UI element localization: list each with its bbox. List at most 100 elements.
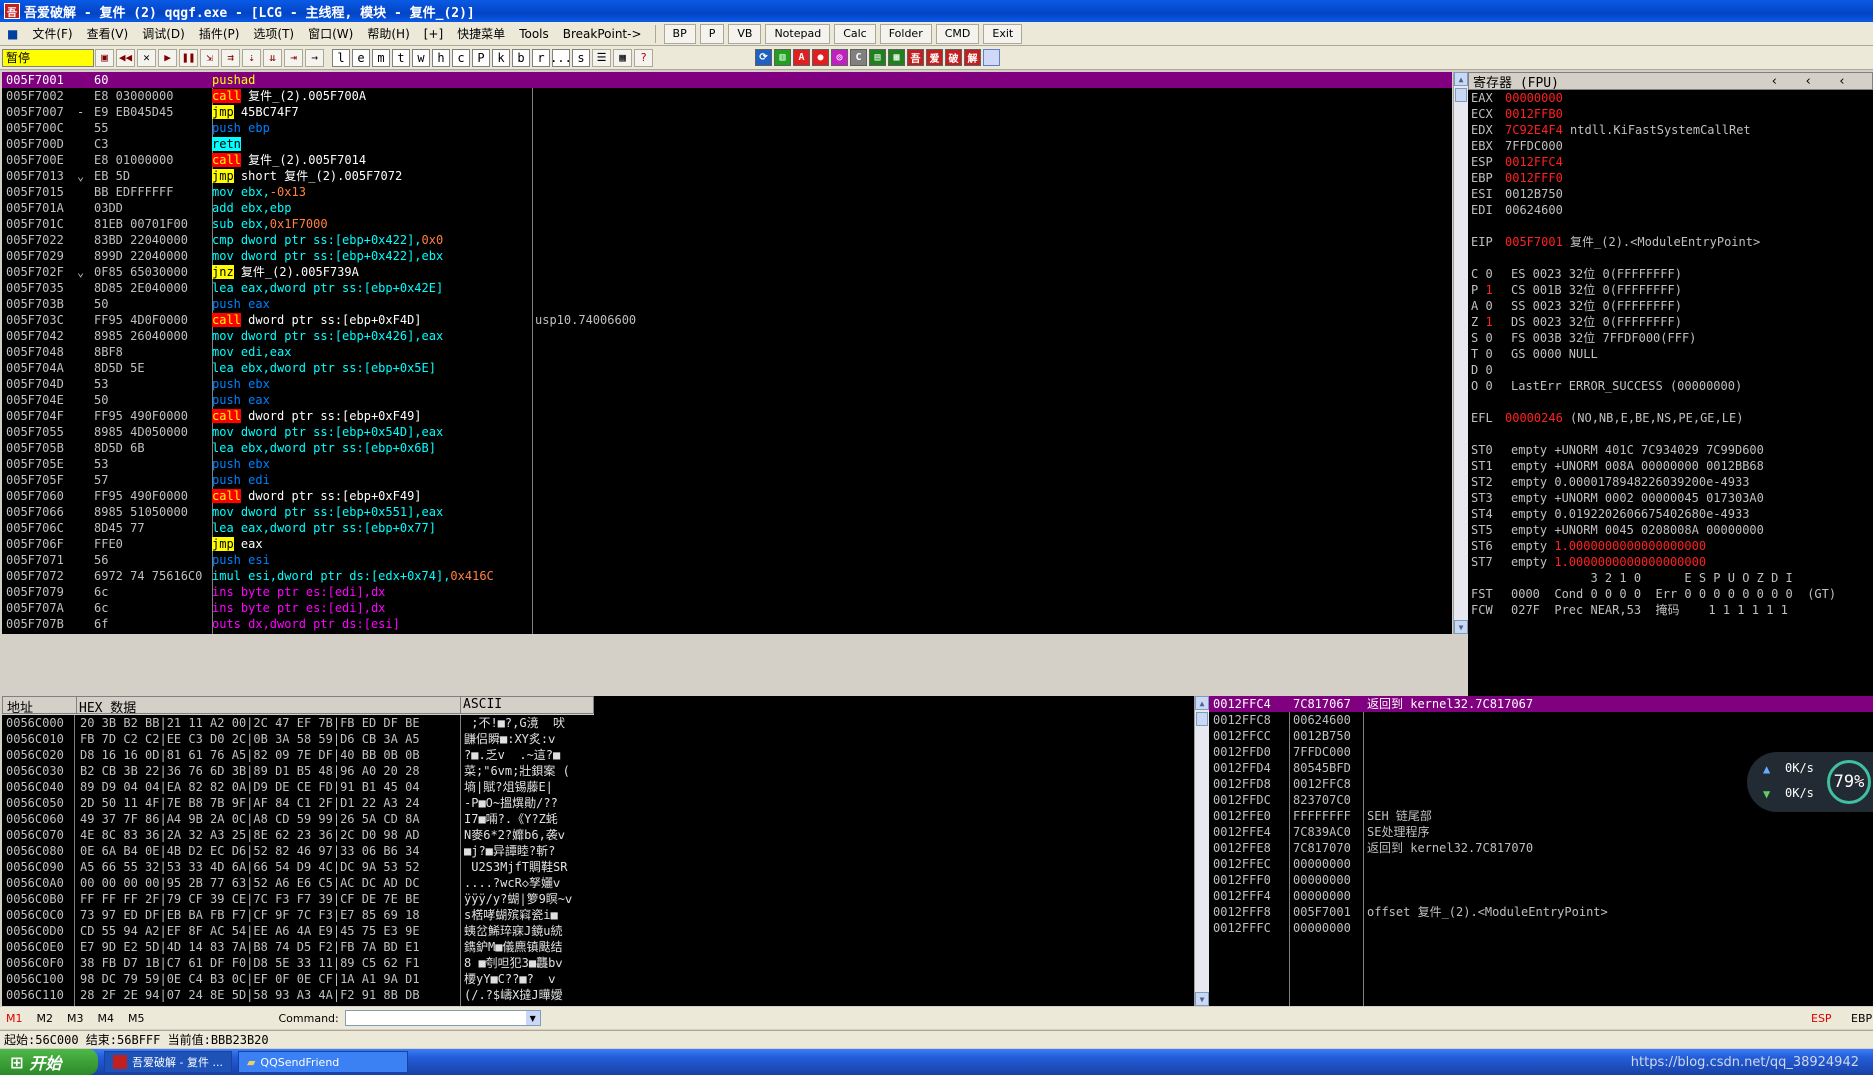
register-line[interactable]: EDI 00624600 [1471,202,1873,218]
blank-icon[interactable] [983,49,1000,66]
register-line[interactable] [1471,426,1873,442]
po-icon[interactable]: 破 [945,49,962,66]
menu-item[interactable]: 快捷菜单 [450,23,512,45]
window-letter-button[interactable]: e [352,48,370,67]
menu-icon[interactable]: ■ [0,23,25,45]
register-line[interactable] [1471,218,1873,234]
window-letter-button[interactable]: ... [550,48,572,67]
disasm-row[interactable]: 005F7048 8BF8 mov edi,eax [2,344,1452,360]
stack-row[interactable]: 0012FFE8 7C817070 返回到 kernel32.7C817070 [1209,840,1873,856]
dump-row[interactable]: 0056C100 98 DC 79 59|0E C4 B3 0C|EF 0F 0E… [2,971,594,987]
record-icon[interactable]: ● [812,49,829,66]
menu-item[interactable]: 查看(V) [80,23,136,45]
dump-row[interactable]: 0056C070 4E 8C 83 36|2A 32 A3 25|8E 62 23… [2,827,594,843]
register-line[interactable]: EDX 7C92E4F4 ntdll.KiFastSystemCallRet [1471,122,1873,138]
tool-button[interactable]: P [699,23,725,44]
jie-icon[interactable]: 解 [964,49,981,66]
disasm-row[interactable]: 005F703B 50 push eax [2,296,1452,312]
disasm-row[interactable]: 005F707B 6f outs dx,dword ptr ds:[esi] [2,616,1452,632]
disasm-row[interactable]: 005F707A 6c ins byte ptr es:[edi],dx [2,600,1452,616]
a-icon[interactable]: A [793,49,810,66]
step-into-icon[interactable]: ⇲ [200,48,219,67]
registers-nav-arrows[interactable]: ‹‹‹ [1771,74,1872,89]
stack-row[interactable]: 0012FFEC 00000000 [1209,856,1873,872]
register-line[interactable]: FST 0000 Cond 0 0 0 0 Err 0 0 0 0 0 0 0 0… [1471,586,1873,602]
disasm-row[interactable]: 005F705B 8D5D 6B lea ebx,dword ptr ss:[ebp… [2,440,1452,456]
disasm-row[interactable]: 005F7001 60 pushad [2,72,1452,88]
taskbar-item-debugger[interactable]: 吾爱破解 - 复件 ... [104,1051,232,1073]
tool-button[interactable]: Folder [879,23,932,44]
disasm-row[interactable]: 005F7055 8985 4D050000 mov dword ptr ss:[e… [2,424,1452,440]
register-line[interactable]: P 1 CS 001B 32位 0(FFFFFFFF) [1471,282,1873,298]
register-line[interactable]: EIP 005F7001 复件_(2).<ModuleEntryPoint> [1471,234,1873,250]
help-icon[interactable]: ? [634,48,653,67]
dump-row[interactable]: 0056C0C0 73 97 ED DF|EB BA FB F7|CF 9F 7C… [2,907,594,923]
taskbar-item-folder[interactable]: ▰ QQSendFriend [237,1051,408,1073]
register-line[interactable]: ST0 empty +UNORM 401C 7C934029 7C99D600 [1471,442,1873,458]
register-line[interactable]: ST5 empty +UNORM 0045 0208008A 00000000 [1471,522,1873,538]
dump-row[interactable]: 0056C030 B2 CB 3B 22|36 76 6D 3B|89 D1 B5… [2,763,594,779]
register-line[interactable]: D 0 [1471,362,1873,378]
dump-row[interactable]: 0056C0E0 E7 9D E2 5D|4D 14 83 7A|B8 74 D5… [2,939,594,955]
register-line[interactable]: S 0 FS 003B 32位 7FFDF000(FFF) [1471,330,1873,346]
disasm-row[interactable]: 005F704D 53 push ebx [2,376,1452,392]
stack-row[interactable]: 0012FFC8 00624600 [1209,712,1873,728]
tool-button[interactable]: Exit [983,23,1023,44]
menu-item[interactable]: 文件(F) [25,23,79,45]
window-letter-button[interactable]: P [472,48,490,67]
pause-icon[interactable]: ❚❚ [179,48,198,67]
register-line[interactable]: EBX 7FFDC000 [1471,138,1873,154]
window-letter-button[interactable]: c [452,48,470,67]
disasm-row[interactable]: 005F7071 56 push esi [2,552,1452,568]
step-over-icon[interactable]: ⇉ [221,48,240,67]
stack-row[interactable]: 0012FFF0 00000000 [1209,872,1873,888]
memory-tab[interactable]: M2 [37,1012,54,1025]
window-letter-button[interactable]: m [372,48,390,67]
register-line[interactable]: ST6 empty 1.0000000000000000000 [1471,538,1873,554]
disasm-row[interactable]: 005F706F FFE0 jmp eax [2,536,1452,552]
dump-row[interactable]: 0056C0A0 00 00 00 00|95 2B 77 63|52 A6 E6… [2,875,594,891]
scroll-up-icon[interactable]: ▲ [1454,72,1468,86]
memory-tab[interactable]: M4 [98,1012,115,1025]
disasm-row[interactable]: 005F700E E8 01000000 call 复件_(2).005F7014 [2,152,1452,168]
dump-row[interactable]: 0056C040 89 D9 04 04|EA 82 82 0A|D9 DE CE… [2,779,594,795]
register-line[interactable]: T 0 GS 0000 NULL [1471,346,1873,362]
disasm-row[interactable]: 005F704E 50 push eax [2,392,1452,408]
register-line[interactable]: 3 2 1 0 E S P U O Z D I [1471,570,1873,586]
memory-tab[interactable]: M1 [6,1012,23,1025]
grid-icon[interactable]: ▦ [613,48,632,67]
ebp-indicator[interactable]: EBP [1851,1012,1873,1025]
wuai-icon[interactable]: 吾 [907,49,924,66]
dump-row[interactable]: 0056C090 A5 66 55 32|53 33 4D 6A|66 54 D9… [2,859,594,875]
register-line[interactable]: ESP 0012FFC4 [1471,154,1873,170]
rewind-icon[interactable]: ◀◀ [116,48,135,67]
dump-row[interactable]: 0056C010 FB 7D C2 C2|EE C3 D0 2C|0B 3A 58… [2,731,594,747]
register-line[interactable]: EBP 0012FFF0 [1471,170,1873,186]
disasm-row[interactable]: 005F7022 83BD 22040000 cmp dword ptr ss:[e… [2,232,1452,248]
goto-icon[interactable]: → [305,48,324,67]
register-line[interactable]: FCW 027F Prec NEAR,53 掩码 1 1 1 1 1 1 [1471,602,1873,618]
stack-row[interactable]: 0012FFFC 00000000 [1209,920,1873,936]
register-line[interactable]: ST7 empty 1.0000000000000000000 [1471,554,1873,570]
disasm-row[interactable]: 005F7007- E9 EB045D45 jmp 45BC74F7 [2,104,1452,120]
dump-row[interactable]: 0056C080 0E 6A B4 0E|4B D2 EC D6|52 82 46… [2,843,594,859]
disasm-row[interactable]: 005F7002 E8 03000000 call 复件_(2).005F700A [2,88,1452,104]
command-input[interactable]: ▼ [344,1010,541,1026]
grid2-icon[interactable]: ▩ [888,49,905,66]
list-icon[interactable]: ☰ [592,48,611,67]
tool-button[interactable]: BP [663,23,696,44]
dump-row[interactable]: 0056C0F0 38 FB D7 1B|C7 61 DF F0|D8 5E 33… [2,955,594,971]
disasm-row[interactable]: 005F7042 8985 26040000 mov dword ptr ss:[e… [2,328,1452,344]
register-line[interactable]: ST4 empty 0.0192202606675402680e-4933 [1471,506,1873,522]
scroll-down-icon[interactable]: ▼ [1454,620,1468,634]
disasm-row[interactable]: 005F7013 ⌄ EB 5D jmp short 复件_(2).005F7072 [2,168,1452,184]
register-line[interactable] [1471,394,1873,410]
stack-pane[interactable]: 0012FFC4 7C817067 返回到 kernel32.7C817067 001… [1209,696,1873,1006]
disasm-row[interactable]: 005F7060 FF95 490F0000 call dword ptr ss:[… [2,488,1452,504]
open-icon[interactable]: ▣ [95,48,114,67]
scroll-down-icon[interactable]: ▼ [1195,992,1209,1006]
tool-button[interactable]: Notepad [765,23,831,44]
command-dropdown-icon[interactable]: ▼ [525,1011,540,1025]
dump-row[interactable]: 0056C0B0 FF FF FF 2F|79 CF 39 CE|7C F3 F7… [2,891,594,907]
disasm-row[interactable]: 005F704F FF95 490F0000 call dword ptr ss:[… [2,408,1452,424]
